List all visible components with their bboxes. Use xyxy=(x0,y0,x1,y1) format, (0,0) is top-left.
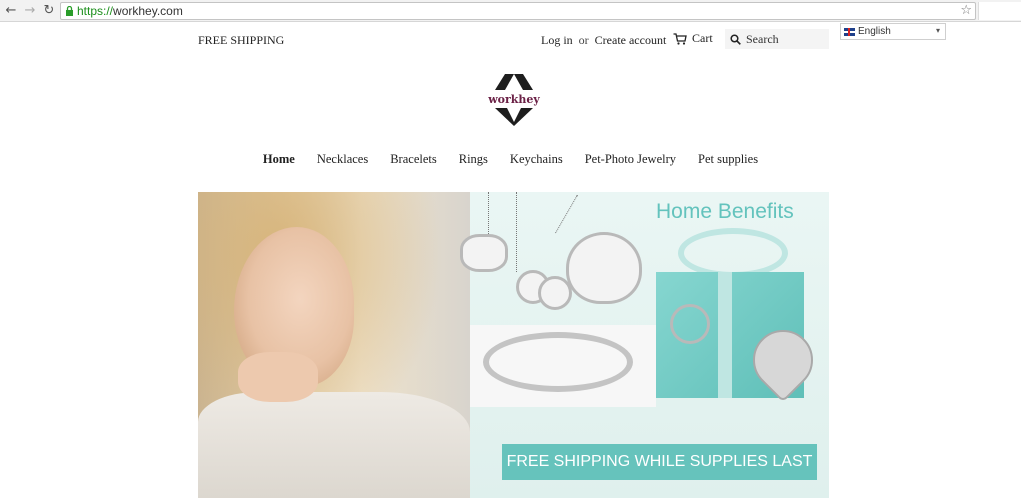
nav-item-pet-photo-jewelry[interactable]: Pet-Photo Jewelry xyxy=(585,152,676,167)
url-host: workhey.com xyxy=(113,4,183,18)
url-text: https://workhey.com xyxy=(77,4,183,19)
create-account-link[interactable]: Create account xyxy=(595,33,667,48)
nav-item-necklaces[interactable]: Necklaces xyxy=(317,152,368,167)
hero-banner[interactable]: Home Benefits FREE SHIPPING WHILE SUPPLI… xyxy=(198,192,829,498)
model-hand xyxy=(238,352,318,402)
bangle-bracelet xyxy=(483,332,633,392)
account-links: Log in or Create account xyxy=(541,33,666,48)
logo-text: workhey xyxy=(488,93,540,106)
dog-pendant xyxy=(460,234,508,272)
url-scheme: https:// xyxy=(77,4,114,18)
site-logo[interactable]: workhey xyxy=(485,72,543,128)
login-link[interactable]: Log in xyxy=(541,33,573,48)
or-separator: or xyxy=(578,33,589,47)
reload-icon[interactable]: ↻ xyxy=(41,3,57,19)
cart-label: Cart xyxy=(692,31,713,45)
main-navigation: Home Necklaces Bracelets Rings Keychains Pet-… xyxy=(0,152,1021,167)
cart-link[interactable]: Cart xyxy=(673,31,713,46)
language-selected: English xyxy=(858,26,891,37)
uk-flag-icon xyxy=(844,27,855,36)
search-input[interactable] xyxy=(746,31,826,47)
lock-icon xyxy=(66,6,73,16)
gift-box-ribbon xyxy=(718,272,732,398)
nav-item-bracelets[interactable]: Bracelets xyxy=(390,152,437,167)
nav-item-keychains[interactable]: Keychains xyxy=(510,152,563,167)
star-icon[interactable]: ☆ xyxy=(960,3,972,19)
search-icon[interactable] xyxy=(730,33,741,45)
necklace-chain xyxy=(516,192,517,272)
nav-item-pet-supplies[interactable]: Pet supplies xyxy=(698,152,758,167)
search-box[interactable] xyxy=(725,29,829,49)
heart-photo-pendant xyxy=(566,232,642,304)
back-icon[interactable]: ← xyxy=(3,3,19,19)
free-shipping-label: FREE SHIPPING xyxy=(198,33,285,47)
toolbar-extension-area xyxy=(978,2,1021,20)
free-shipping-banner-button[interactable]: FREE SHIPPING WHILE SUPPLIES LAST xyxy=(502,444,817,480)
nav-item-rings[interactable]: Rings xyxy=(459,152,488,167)
nav-item-home[interactable]: Home xyxy=(263,152,295,167)
chevron-down-icon: ▾ xyxy=(935,26,940,35)
hero-title: Home Benefits xyxy=(656,200,794,223)
ribbon-bow xyxy=(678,228,788,278)
address-bar[interactable]: https://workhey.com ☆ xyxy=(60,2,976,20)
keyring xyxy=(670,304,710,344)
forward-icon[interactable]: → xyxy=(22,3,38,19)
model-sweater xyxy=(198,392,470,498)
language-select[interactable]: English ▾ xyxy=(840,23,946,40)
model-photo xyxy=(198,192,470,498)
browser-toolbar: ← → ↻ https://workhey.com ☆ xyxy=(0,0,1021,22)
cart-icon xyxy=(673,32,687,45)
